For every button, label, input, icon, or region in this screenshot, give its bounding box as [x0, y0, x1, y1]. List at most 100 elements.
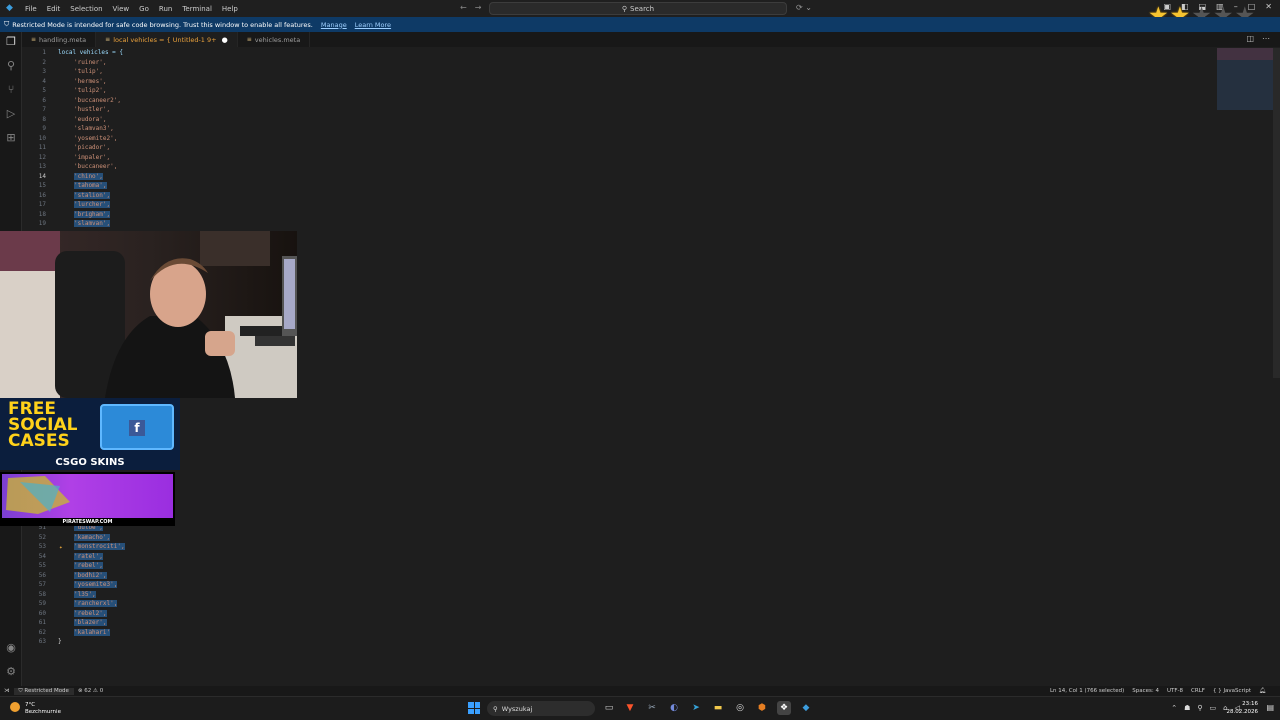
copilot-icon[interactable]: ⟳ ⌄	[796, 3, 812, 12]
more-actions-icon[interactable]: ⋯	[1262, 34, 1270, 43]
settings-gear-icon[interactable]: ⚙	[5, 666, 17, 678]
vscode-taskbar-icon[interactable]: ◆	[799, 701, 813, 715]
file-explorer-icon[interactable]: ▬	[711, 701, 725, 715]
shield-icon: ⛉	[4, 20, 10, 28]
tray-app-icon[interactable]: ☗	[1184, 704, 1190, 712]
obs-icon[interactable]: ◎	[733, 701, 747, 715]
problems-status[interactable]: ⊗ 62 ⚠ 0	[74, 688, 107, 694]
tab-vehicles-meta[interactable]: ≡ vehicles.meta	[238, 32, 311, 47]
code-line: 9 'slamvan3',	[22, 124, 1222, 134]
code-text: 'picador',	[74, 144, 111, 152]
pirateswap-banner-image	[2, 474, 173, 518]
unsaved-dot-icon[interactable]: ●	[222, 36, 228, 44]
webcam-image	[0, 231, 297, 398]
code-text: 'tahoma',	[74, 182, 107, 190]
close-icon[interactable]: ✕	[1265, 2, 1272, 11]
line-number: 60	[38, 609, 46, 617]
menu-edit[interactable]: Edit	[42, 5, 66, 13]
pirateswap-label: PIRATESWAP.COM	[62, 519, 113, 525]
menu-go[interactable]: Go	[134, 5, 154, 13]
line-number: 8	[42, 115, 46, 123]
notifications-bell-icon[interactable]: 🔔︎	[1255, 688, 1270, 694]
code-line: 3 'tulip',	[22, 67, 1222, 77]
app-icon[interactable]: ⬢	[755, 701, 769, 715]
line-number: 19	[38, 220, 46, 228]
navigation-arrows: ← →	[460, 3, 481, 12]
tray-chevron-icon[interactable]: ⌃	[1171, 704, 1177, 712]
pirateswap-ad[interactable]: PIRATESWAP.COM	[0, 472, 175, 526]
code-text: 'hustler',	[74, 106, 111, 114]
lightbulb-icon[interactable]: ✦	[59, 544, 63, 551]
forward-arrow-icon[interactable]: →	[475, 3, 482, 12]
windows-taskbar: 7°C Bezchmurnie ⚲ Wyszukaj ▭ ▼ ✂ ◐ ➤ ▬ ◎…	[0, 696, 1280, 720]
display-icon[interactable]: ▭	[1210, 704, 1217, 712]
line-number: 1	[42, 49, 46, 57]
windows-start-icon[interactable]	[468, 702, 480, 714]
minimap[interactable]	[1217, 48, 1273, 110]
line-number: 59	[38, 600, 46, 608]
line-number: 3	[42, 68, 46, 76]
code-line: 13 'buccaneer',	[22, 162, 1222, 172]
csgo-skins-ad[interactable]: FREE SOCIAL CASES f CSGO SKINS	[0, 398, 180, 470]
split-editor-icon[interactable]: ◫	[1246, 34, 1254, 43]
brave-browser-icon[interactable]: ▼	[623, 701, 637, 715]
cursor-position[interactable]: Ln 14, Col 1 (766 selected)	[1046, 688, 1128, 694]
tab-handling-meta[interactable]: ≡ handling.meta	[22, 32, 97, 47]
microphone-icon[interactable]: ⚲	[1197, 704, 1202, 712]
line-number: 18	[38, 210, 46, 218]
indentation[interactable]: Spaces: 4	[1128, 688, 1163, 694]
code-line: 15 'tahoma',	[22, 181, 1222, 191]
task-view-icon[interactable]: ▭	[602, 701, 616, 715]
code-line: 14 'chino',	[22, 172, 1222, 182]
code-line: 59 'rancherxl',	[22, 599, 1222, 609]
code-line: 11 'picador',	[22, 143, 1222, 153]
command-search-box[interactable]: ⚲ Search	[489, 2, 787, 15]
snipping-tool-icon[interactable]: ✂	[645, 701, 659, 715]
restricted-mode-banner: ⛉ Restricted Mode is intended for safe c…	[0, 17, 1280, 32]
account-icon[interactable]: ◉	[5, 642, 17, 654]
learn-more-link[interactable]: Learn More	[355, 21, 391, 29]
code-line: 16 'stalion',	[22, 191, 1222, 201]
restricted-mode-status[interactable]: ⛉ Restricted Mode	[13, 687, 74, 695]
tab-untitled-1[interactable]: ≡ local vehicles = { Untitled-1 9+ ●	[96, 32, 238, 47]
extensions-icon[interactable]: ⊞	[5, 132, 17, 144]
tab-label: local vehicles = { Untitled-1 9+	[113, 35, 217, 44]
warning-icon: ⚠	[93, 688, 98, 694]
loot-box-image: f	[100, 404, 174, 450]
code-line: 12 'impaler',	[22, 153, 1222, 163]
code-text: 'chino',	[74, 172, 103, 180]
menu-file[interactable]: File	[20, 5, 42, 13]
explorer-icon[interactable]: ❐	[5, 36, 17, 48]
clock-time: 23:16	[1242, 701, 1258, 707]
code-text: 'slamvan',	[74, 220, 111, 228]
menu-selection[interactable]: Selection	[65, 5, 107, 13]
back-arrow-icon[interactable]: ←	[460, 3, 467, 12]
taskbar-search[interactable]: ⚲ Wyszukaj	[487, 701, 595, 716]
weather-sun-icon	[10, 702, 20, 712]
code-text: 'kalahari'	[74, 628, 111, 636]
discord-icon[interactable]: ◐	[667, 701, 681, 715]
encoding[interactable]: UTF-8	[1163, 688, 1187, 694]
temperature: 7°C	[25, 702, 36, 708]
language-mode[interactable]: { } JavaScript	[1209, 688, 1255, 694]
manage-link[interactable]: Manage	[321, 21, 347, 29]
line-number: 56	[38, 571, 46, 579]
vertical-scrollbar[interactable]	[1273, 48, 1280, 378]
source-control-icon[interactable]: ⑂	[5, 84, 17, 96]
search-icon[interactable]: ⚲	[5, 60, 17, 72]
code-line: 63}	[22, 637, 1222, 647]
run-debug-icon[interactable]: ▷	[5, 108, 17, 120]
notification-icon[interactable]: ▤	[1266, 703, 1274, 712]
taskbar-clock[interactable]: 23:16 28.02.2026	[1227, 700, 1259, 716]
code-line: 17 'lurcher',	[22, 200, 1222, 210]
menu-terminal[interactable]: Terminal	[177, 5, 217, 13]
menu-help[interactable]: Help	[217, 5, 243, 13]
code-line: 57 'yosemite3',	[22, 580, 1222, 590]
remote-icon[interactable]: ⋊	[0, 688, 14, 694]
menu-run[interactable]: Run	[154, 5, 177, 13]
telegram-icon[interactable]: ➤	[689, 701, 703, 715]
end-of-line[interactable]: CRLF	[1187, 688, 1209, 694]
menu-view[interactable]: View	[108, 5, 135, 13]
line-number: 4	[42, 77, 46, 85]
active-app-icon[interactable]: ❖	[777, 701, 791, 715]
